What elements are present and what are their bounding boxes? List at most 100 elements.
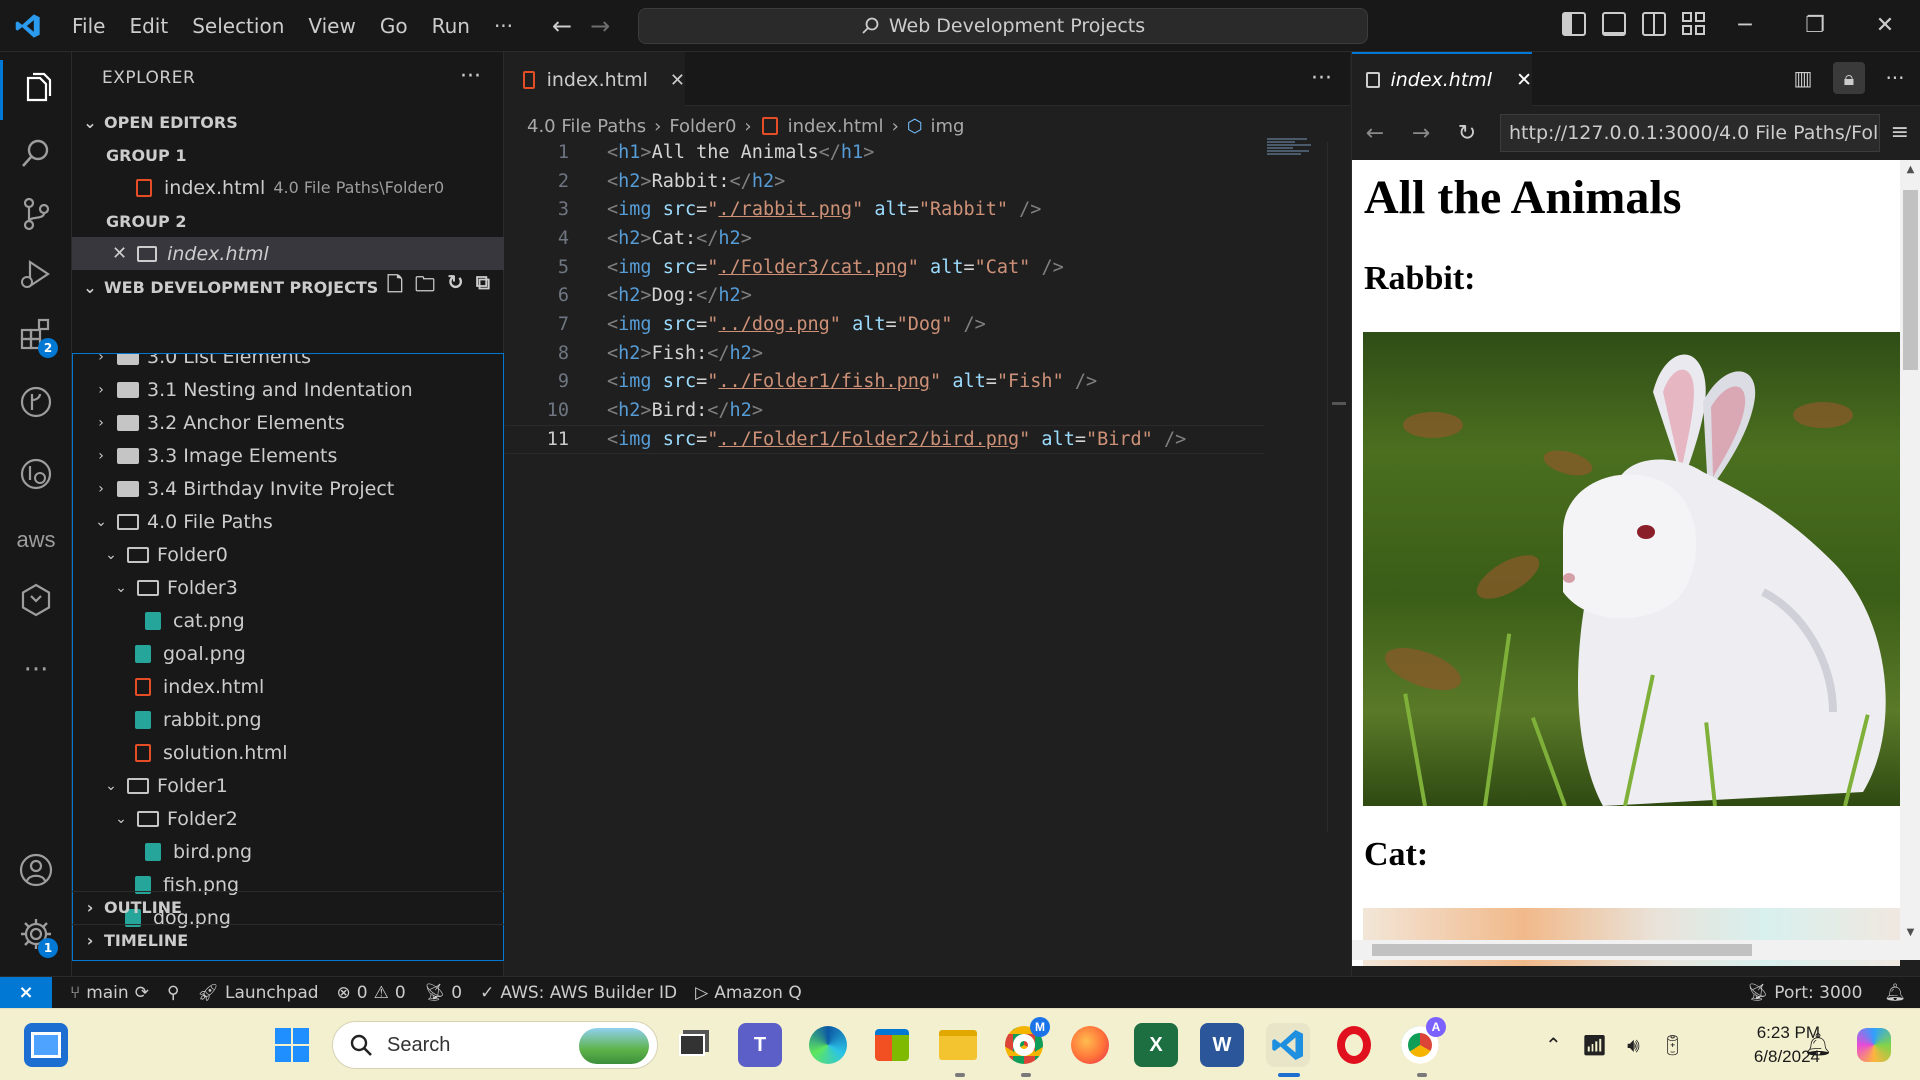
accounts-icon[interactable] xyxy=(0,840,72,900)
scroll-up-icon[interactable]: ▲ xyxy=(1900,164,1920,175)
split-editor-icon[interactable]: ▥ xyxy=(1787,62,1819,94)
remote-explorer-icon[interactable] xyxy=(0,444,72,504)
code-line[interactable]: 2 <h2>Rabbit:</h2> xyxy=(505,167,1265,196)
code-line[interactable]: 6 <h2>Dog:</h2> xyxy=(505,281,1265,310)
tree-folder-item[interactable]: › 3.2 Anchor Elements xyxy=(73,406,503,439)
forward-arrow-icon[interactable]: → xyxy=(590,12,610,40)
manage-gear-icon[interactable]: 1 xyxy=(0,904,72,964)
preview-tab-index-html[interactable]: index.html ✕ xyxy=(1352,52,1532,106)
breadcrumb-item[interactable]: Folder0 xyxy=(669,116,736,137)
outline-section[interactable]: › OUTLINE xyxy=(72,891,504,923)
ports-status[interactable]: 📡︎ 0 xyxy=(424,983,462,1003)
code-area[interactable]: 1 <h1>All the Animals</h1> 2 <h2>Rabbit:</h… xyxy=(505,138,1265,454)
task-view-icon[interactable] xyxy=(670,1023,714,1067)
live-server-port-status[interactable]: 📡︎ Port: 3000 xyxy=(1747,983,1863,1003)
back-arrow-icon[interactable]: ← xyxy=(1352,121,1398,146)
more-actions-icon[interactable]: ··· xyxy=(1879,62,1911,94)
taskbar-search-box[interactable]: Search xyxy=(332,1021,658,1069)
menu-view[interactable]: View xyxy=(296,0,367,52)
minimap[interactable] xyxy=(1267,138,1313,162)
git-graph-icon[interactable] xyxy=(0,372,72,432)
copilot-icon[interactable] xyxy=(1852,1023,1896,1067)
collapse-all-icon[interactable]: ⧉ xyxy=(476,270,490,304)
page-vertical-scrollbar[interactable]: ▲ ▼ xyxy=(1900,160,1920,940)
excel-icon[interactable]: X xyxy=(1134,1023,1178,1067)
edge-icon[interactable] xyxy=(806,1023,850,1067)
file-explorer-icon[interactable] xyxy=(936,1023,980,1067)
tree-folder-item[interactable]: ⌄ Folder3 xyxy=(73,571,503,604)
command-center[interactable]: Web Development Projects xyxy=(638,8,1368,44)
source-control-icon[interactable] xyxy=(0,184,72,244)
more-views-icon[interactable]: ··· xyxy=(0,640,72,700)
battery-icon[interactable]: 🔋︎ xyxy=(1660,1033,1685,1057)
volume-icon[interactable]: 🔊︎ xyxy=(1627,1033,1640,1057)
notifications-bell-icon[interactable]: 🔔︎ xyxy=(1884,983,1906,1003)
editor-tab-index-html[interactable]: index.html ✕ xyxy=(505,52,685,106)
tree-folder-item[interactable]: › 3.1 Nesting and Indentation xyxy=(73,373,503,406)
teams-icon[interactable]: T xyxy=(738,1023,782,1067)
code-line[interactable]: 3 <img src="./rabbit.png" alt="Rabbit" /> xyxy=(505,195,1265,224)
project-section[interactable]: ⌄ WEB DEVELOPMENT PROJECTS 🗋 🗀 ↻ ⧉ xyxy=(72,270,504,304)
tree-folder-item[interactable]: ⌄ Folder2 xyxy=(73,802,503,835)
new-file-icon[interactable]: 🗋 xyxy=(387,270,403,304)
code-line[interactable]: 1 <h1>All the Animals</h1> xyxy=(505,138,1265,167)
extensions-icon[interactable]: 2 xyxy=(0,304,72,364)
menu-more[interactable]: ··· xyxy=(482,0,525,52)
breadcrumb-item[interactable]: 4.0 File Paths xyxy=(527,116,646,137)
restore-icon[interactable]: ❐ xyxy=(1780,0,1850,52)
scroll-down-icon[interactable]: ▼ xyxy=(1900,927,1920,938)
search-sidebar-icon[interactable] xyxy=(0,124,72,184)
page-horizontal-scrollbar[interactable] xyxy=(1352,940,1920,960)
word-icon[interactable]: W xyxy=(1200,1023,1244,1067)
open-editors-section[interactable]: ⌄ OPEN EDITORS xyxy=(72,106,504,138)
refresh-icon[interactable]: ↻ xyxy=(447,270,464,304)
breadcrumb-item[interactable]: index.html xyxy=(788,116,884,137)
open-editor-item-group1[interactable]: index.html 4.0 File Paths\Folder0 xyxy=(72,171,504,204)
tree-file-item[interactable]: bird.png xyxy=(73,835,503,868)
code-line[interactable]: 11 <img src="../Folder1/Folder2/bird.png"… xyxy=(505,424,1265,454)
close-icon[interactable]: ✕ xyxy=(112,243,127,264)
menu-edit[interactable]: Edit xyxy=(117,0,180,52)
editor-scrollbar[interactable] xyxy=(1327,142,1347,832)
widgets-icon[interactable] xyxy=(24,1023,68,1067)
chrome-profile-m-icon[interactable]: M xyxy=(1002,1017,1050,1067)
back-arrow-icon[interactable]: ← xyxy=(552,12,572,40)
menu-selection[interactable]: Selection xyxy=(180,0,296,52)
editor-more-actions-icon[interactable]: ··· xyxy=(1311,66,1332,91)
wifi-icon[interactable]: 📶︎ xyxy=(1582,1033,1607,1057)
new-folder-icon[interactable]: 🗀 xyxy=(415,270,435,304)
code-line[interactable]: 7 <img src="../dog.png" alt="Dog" /> xyxy=(505,310,1265,339)
branch-status[interactable]: ⑂ main ⟳ xyxy=(70,983,149,1003)
microsoft-store-icon[interactable] xyxy=(870,1023,914,1067)
toggle-primary-sidebar-icon[interactable] xyxy=(1562,12,1586,36)
tree-folder-item[interactable]: ⌄ Folder1 xyxy=(73,769,503,802)
windows-start-icon[interactable] xyxy=(270,1023,314,1067)
chevron-up-icon[interactable]: ⌃ xyxy=(1545,1033,1562,1057)
aws-toolkit-icon[interactable]: aws xyxy=(0,510,72,570)
vscode-taskbar-icon[interactable] xyxy=(1266,1023,1310,1067)
tree-file-item[interactable]: rabbit.png xyxy=(73,703,503,736)
forward-arrow-icon[interactable]: → xyxy=(1398,121,1444,146)
code-line[interactable]: 4 <h2>Cat:</h2> xyxy=(505,224,1265,253)
menu-go[interactable]: Go xyxy=(368,0,420,52)
code-line[interactable]: 5 <img src="./Folder3/cat.png" alt="Cat" … xyxy=(505,253,1265,282)
customize-layout-icon[interactable] xyxy=(1682,12,1706,36)
tree-file-item[interactable]: solution.html xyxy=(73,736,503,769)
amazon-q-status[interactable]: ▷ Amazon Q xyxy=(695,983,802,1003)
remote-indicator-icon[interactable]: ⨯ xyxy=(0,976,52,1009)
reload-icon[interactable]: ↻ xyxy=(1444,121,1490,146)
amazon-q-icon[interactable] xyxy=(0,570,72,630)
timeline-section[interactable]: › TIMELINE xyxy=(72,924,504,956)
open-editor-item-group2[interactable]: ✕ index.html xyxy=(72,237,504,270)
tree-file-item[interactable]: index.html xyxy=(73,670,503,703)
tree-folder-item[interactable]: › 3.0 List Elements xyxy=(73,354,503,373)
tree-file-item[interactable]: cat.png xyxy=(73,604,503,637)
tree-folder-item[interactable]: › 3.4 Birthday Invite Project xyxy=(73,472,503,505)
tree-folder-item[interactable]: ⌄ 4.0 File Paths xyxy=(73,505,503,538)
lock-icon[interactable]: 🔒︎ xyxy=(1833,62,1865,94)
run-debug-icon[interactable] xyxy=(0,244,72,304)
close-icon[interactable]: ✕ xyxy=(1516,69,1532,91)
aws-status[interactable]: ✓ AWS: AWS Builder ID xyxy=(480,983,677,1003)
hamburger-menu-icon[interactable]: ≡ xyxy=(1891,120,1909,145)
launchpad-status[interactable]: 🚀︎ Launchpad xyxy=(197,983,318,1003)
